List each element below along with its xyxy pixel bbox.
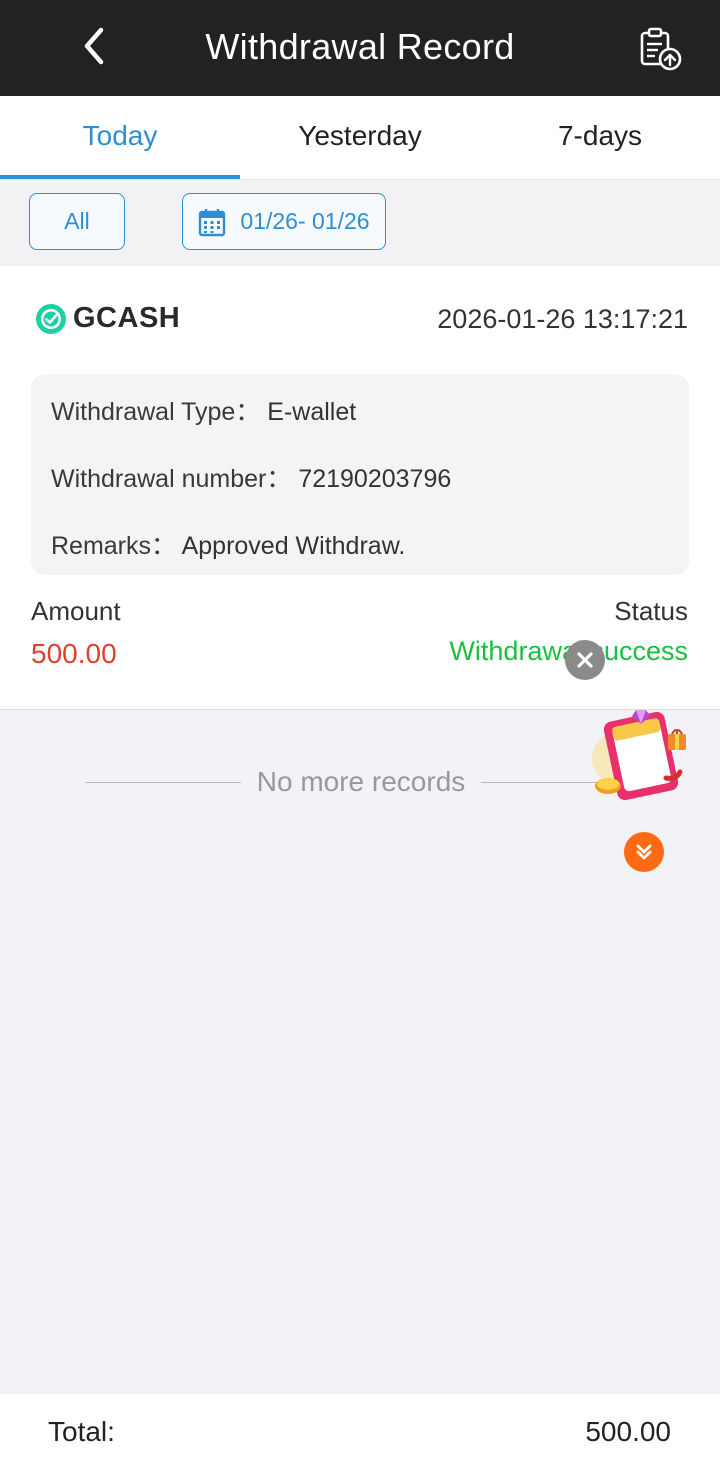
clipboard-upload-icon [640, 27, 682, 71]
tab-7-days[interactable]: 7-days [480, 96, 720, 179]
page-title: Withdrawal Record [205, 26, 515, 67]
withdrawal-type-value: E-wallet [267, 398, 357, 426]
date-range-button[interactable]: 01/26- 01/26 [182, 193, 386, 250]
withdrawal-type-row: Withdrawal Type： E-wallet [51, 392, 356, 428]
promo-gift-button[interactable] [588, 700, 698, 810]
gcash-logo-icon [36, 303, 66, 334]
filter-all-button[interactable]: All [29, 193, 125, 250]
withdrawal-number-value: 72190203796 [298, 465, 452, 493]
withdrawal-record-card[interactable]: GCASH 2026-01-26 13:17:21 Withdrawal Typ… [0, 266, 720, 710]
record-datetime: 2026-01-26 13:17:21 [437, 304, 688, 334]
no-more-records-text: No more records [256, 766, 466, 797]
withdrawal-number-label: Withdrawal number： [51, 465, 292, 493]
divider-left [85, 781, 241, 783]
total-bar: Total: 500.00 [0, 1394, 720, 1471]
export-records-button[interactable] [636, 24, 684, 72]
calendar-icon [199, 208, 226, 236]
record-details: Withdrawal Type： E-wallet Withdrawal num… [31, 374, 689, 575]
close-icon [577, 652, 593, 668]
channel-name: GCASH [73, 302, 181, 334]
withdrawal-type-label: Withdrawal Type： [51, 398, 261, 426]
gift-box-icon [592, 710, 686, 801]
date-tabs: Today Yesterday 7-days [0, 96, 720, 180]
payment-channel: GCASH [35, 302, 180, 335]
amount-value: 500.00 [31, 638, 117, 669]
close-promo-button[interactable] [565, 640, 605, 680]
list-end-indicator: No more records [85, 762, 638, 802]
tab-today[interactable]: Today [0, 96, 240, 179]
filter-bar: All 01/26- 01/26 [0, 180, 720, 266]
remarks-label: Remarks： [51, 532, 177, 560]
remarks-row: Remarks： Approved Withdraw. [51, 526, 405, 562]
total-value: 500.00 [585, 1416, 671, 1447]
expand-promo-button[interactable] [624, 832, 664, 872]
withdrawal-number-row: Withdrawal number： 72190203796 [51, 459, 451, 495]
remarks-value: Approved Withdraw. [181, 532, 406, 560]
withdrawal-record-screen: Withdrawal Record Today Yesterday 7-days… [0, 0, 720, 1471]
double-chevron-down-icon [636, 844, 652, 860]
tab-yesterday[interactable]: Yesterday [240, 96, 480, 179]
amount-label: Amount [31, 596, 121, 626]
status-label: Status [614, 596, 688, 626]
total-label: Total: [48, 1416, 115, 1447]
date-range-label: 01/26- 01/26 [240, 208, 370, 234]
top-bar: Withdrawal Record [0, 0, 720, 96]
